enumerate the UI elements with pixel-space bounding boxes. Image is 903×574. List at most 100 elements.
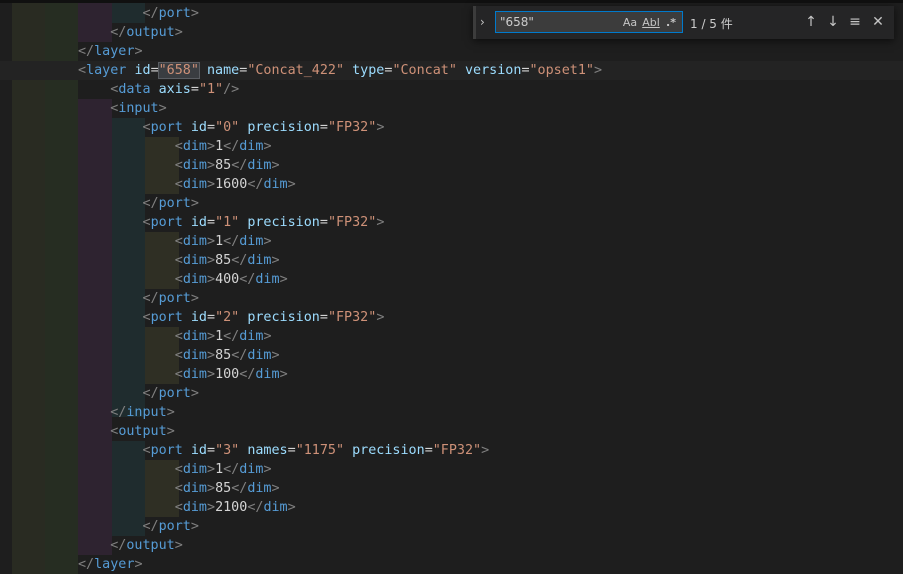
code-token: >: [279, 272, 288, 287]
code-token: >: [134, 44, 143, 59]
code-token: >: [263, 329, 272, 344]
code-token: >: [166, 405, 175, 420]
code-line-text: <layer id="658" name="Concat_422" type="…: [78, 61, 602, 80]
code-token: </: [78, 557, 95, 572]
code-token: dim: [239, 139, 264, 154]
find-input-box[interactable]: Aa Abl .*: [495, 11, 683, 33]
code-token: 1: [215, 139, 224, 154]
code-token: <: [174, 158, 183, 173]
code-line-text: </port>: [78, 4, 199, 23]
code-token: "FP32": [327, 215, 377, 230]
code-token: <: [174, 139, 183, 154]
code-token: =: [207, 310, 216, 325]
code-token: <: [174, 272, 183, 287]
code-token: =: [287, 443, 296, 458]
code-token: 400: [215, 272, 240, 287]
code-token: =: [207, 443, 216, 458]
code-token: <: [142, 443, 151, 458]
code-token: >: [376, 310, 385, 325]
find-input[interactable]: [500, 14, 610, 30]
code-token: >: [263, 234, 272, 249]
next-match-arrow-down-icon[interactable]: ↓: [824, 13, 842, 31]
whole-word-icon[interactable]: Abl: [642, 15, 660, 31]
code-editor[interactable]: </port> </output> </layer> <layer id="658"…: [0, 0, 903, 574]
code-token: dim: [182, 177, 207, 192]
code-token: id: [134, 63, 151, 78]
code-token: "FP32": [432, 443, 482, 458]
code-token: layer: [94, 44, 135, 59]
code-line: <dim>85</dim>: [0, 346, 903, 365]
code-token: </: [223, 462, 240, 477]
code-token: output: [126, 25, 175, 40]
code-token: "0": [215, 120, 240, 135]
code-token: dim: [255, 367, 280, 382]
code-line-text: <dim>1</dim>: [78, 137, 272, 156]
code-token: precision: [352, 443, 425, 458]
regex-icon[interactable]: .*: [664, 15, 678, 31]
code-token: >: [158, 101, 167, 116]
code-line: <dim>1</dim>: [0, 327, 903, 346]
code-token: dim: [182, 139, 207, 154]
code-line: <dim>1</dim>: [0, 232, 903, 251]
code-token: >: [190, 519, 199, 534]
find-widget: › Aa Abl .* 1 / 5 件 ↑ ↓ ≡ ✕: [473, 6, 894, 39]
code-token: "2": [215, 310, 240, 325]
code-token: >: [190, 6, 199, 21]
match-count: 1 / 5 件: [690, 17, 733, 31]
code-token: >: [481, 443, 490, 458]
code-token: 1: [215, 329, 224, 344]
toggle-replace-chevron-icon[interactable]: ›: [480, 15, 492, 29]
code-token: <: [174, 234, 183, 249]
previous-match-arrow-up-icon[interactable]: ↑: [802, 13, 820, 31]
code-token: dim: [182, 234, 207, 249]
find-in-selection-icon[interactable]: ≡: [846, 13, 864, 31]
code-token: dim: [182, 348, 207, 363]
code-line-text: <dim>85</dim>: [78, 156, 280, 175]
code-token: dim: [263, 177, 288, 192]
code-token: port: [158, 291, 191, 306]
code-token: =: [521, 63, 530, 78]
code-token: >: [287, 500, 296, 515]
code-token: "1175": [295, 443, 345, 458]
code-line: <dim>100</dim>: [0, 365, 903, 384]
code-token: </: [223, 139, 240, 154]
code-token: layer: [94, 557, 135, 572]
code-token: version: [465, 63, 522, 78]
code-token: "1": [215, 215, 240, 230]
code-token: input: [118, 101, 159, 116]
code-token: dim: [182, 500, 207, 515]
code-token: dim: [239, 234, 264, 249]
code-token: dim: [247, 158, 272, 173]
code-line: <input>: [0, 99, 903, 118]
code-token: "3": [215, 443, 240, 458]
code-token: data: [118, 82, 151, 97]
code-token: >: [190, 196, 199, 211]
code-line: </port>: [0, 517, 903, 536]
code-line: <dim>1600</dim>: [0, 175, 903, 194]
code-token: dim: [182, 481, 207, 496]
code-line-text: <data axis="1"/>: [78, 80, 239, 99]
code-token: =: [190, 82, 199, 97]
code-token: </: [110, 25, 127, 40]
code-token: port: [158, 6, 191, 21]
code-line-text: <port id="0" precision="FP32">: [78, 118, 385, 137]
code-line: </port>: [0, 289, 903, 308]
match-case-icon[interactable]: Aa: [622, 15, 638, 31]
code-token: >: [271, 158, 280, 173]
code-token: >: [207, 329, 216, 344]
code-token: </: [142, 291, 159, 306]
code-line-text: <port id="3" names="1175" precision="FP3…: [78, 441, 490, 460]
code-token: <: [78, 63, 87, 78]
close-icon[interactable]: ✕: [869, 13, 887, 31]
code-token: <: [174, 500, 183, 515]
